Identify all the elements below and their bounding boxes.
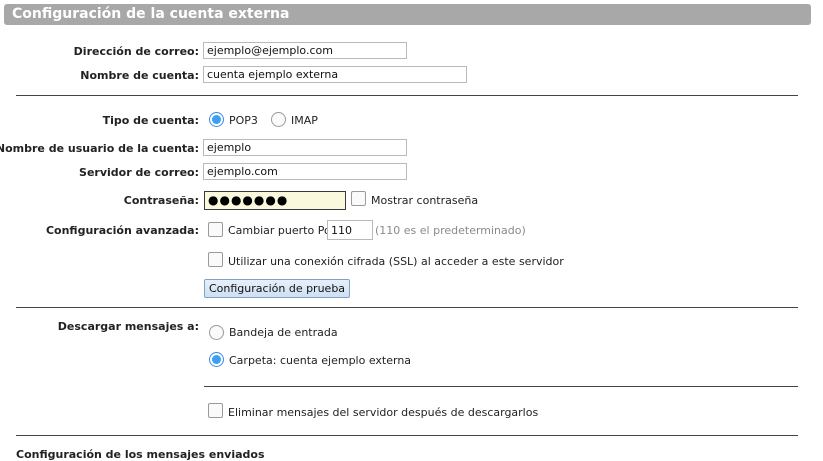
divider	[16, 307, 798, 308]
show-password-label: Mostrar contraseña	[371, 194, 479, 207]
mail-server-field[interactable]	[203, 163, 407, 180]
inbox-radio[interactable]	[209, 325, 224, 340]
pop3-radio[interactable]	[209, 112, 224, 127]
test-settings-button[interactable]: Configuración de prueba	[204, 279, 351, 298]
password-label: Contraseña:	[123, 194, 199, 207]
inbox-label: Bandeja de entrada	[229, 326, 338, 339]
change-port-checkbox[interactable]	[208, 222, 223, 237]
account-type-label: Tipo de cuenta:	[102, 114, 199, 127]
folder-radio[interactable]	[209, 352, 224, 367]
port-field[interactable]	[327, 220, 373, 240]
divider	[204, 386, 798, 387]
change-port-label: Cambiar puerto Pop	[228, 224, 338, 237]
section-title-bar: Configuración de la cuenta externa	[4, 4, 811, 25]
account-name-label: Nombre de cuenta:	[80, 69, 199, 82]
download-label: Descargar mensajes a:	[57, 320, 199, 333]
mail-server-label: Servidor de correo:	[79, 166, 199, 179]
email-field[interactable]	[203, 42, 407, 59]
sent-messages-section-label: Configuración de los mensajes enviados	[16, 448, 265, 461]
delete-from-server-checkbox[interactable]	[208, 403, 223, 418]
page-title: Configuración de la cuenta externa	[12, 6, 290, 22]
email-label: Dirección de correo:	[73, 45, 199, 58]
advanced-label: Configuración avanzada:	[45, 224, 199, 237]
divider	[16, 435, 798, 436]
show-password-checkbox[interactable]	[351, 191, 366, 206]
imap-label: IMAP	[291, 114, 318, 127]
username-field[interactable]	[203, 139, 407, 156]
port-hint: (110 es el predeterminado)	[375, 224, 526, 237]
folder-label: Carpeta: cuenta ejemplo externa	[229, 354, 412, 367]
ssl-label: Utilizar una conexión cifrada (SSL) al a…	[228, 255, 564, 268]
imap-radio[interactable]	[271, 112, 286, 127]
delete-from-server-label: Eliminar mensajes del servidor después d…	[228, 406, 539, 419]
password-field[interactable]: ●●●●●●●	[204, 191, 346, 210]
username-label: Nombre de usuario de la cuenta:	[0, 142, 199, 155]
account-name-field[interactable]	[203, 66, 467, 83]
ssl-checkbox[interactable]	[208, 252, 223, 267]
pop3-label: POP3	[229, 114, 258, 127]
divider	[16, 95, 798, 96]
